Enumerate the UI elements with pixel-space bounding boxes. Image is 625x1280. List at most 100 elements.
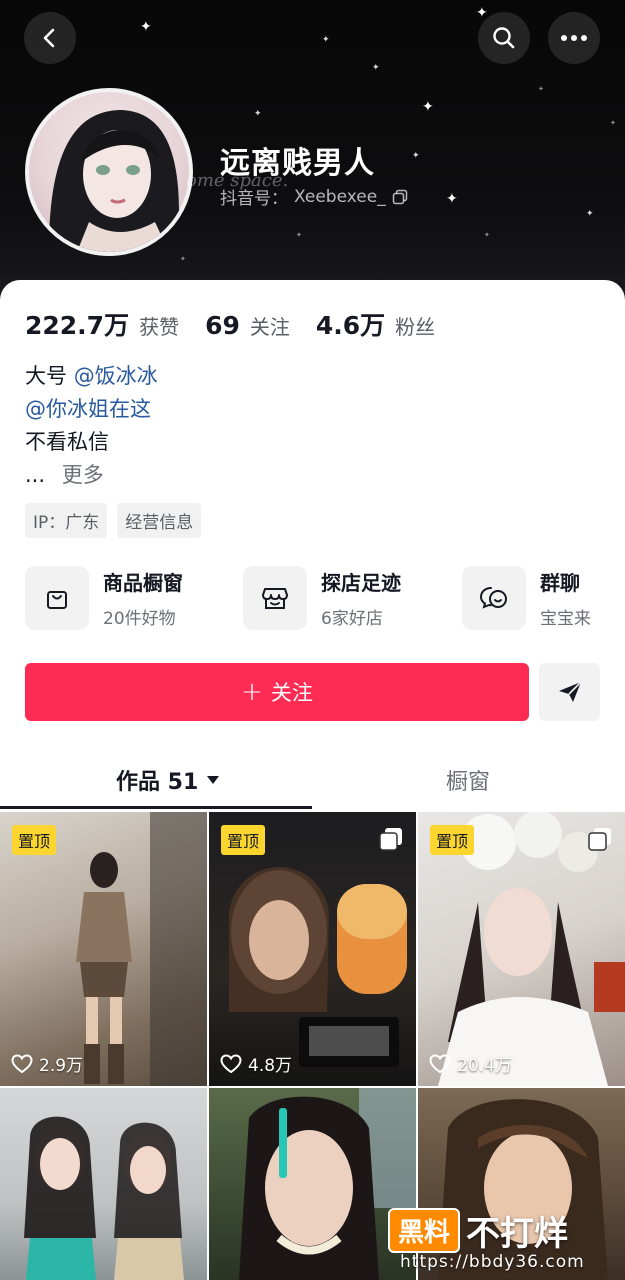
bio-more-link[interactable]: 更多 <box>62 463 104 487</box>
plus-icon: + <box>241 677 263 707</box>
business-info-tag[interactable]: 经营信息 <box>117 503 202 538</box>
tab-label: 作品 51 <box>116 770 199 795</box>
star-decoration: ✦ <box>610 119 616 127</box>
service-store-visits[interactable]: 探店足迹 6家好店 <box>243 566 401 630</box>
stat-number: 69 <box>205 311 240 340</box>
star-decoration: ✦ <box>254 109 262 119</box>
caret-down-icon[interactable] <box>206 775 220 785</box>
search-icon <box>493 27 515 49</box>
stat-number: 222.7万 <box>25 311 130 340</box>
star-decoration: ✦ <box>538 85 544 93</box>
star-decoration: ✦ <box>140 19 152 35</box>
like-count-text: 4.8万 <box>248 1056 293 1076</box>
chevron-left-icon <box>43 28 55 48</box>
stat-label: 粉丝 <box>395 315 436 339</box>
watermark-url: https://bbdy36.com <box>400 1252 585 1272</box>
star-decoration: ✦ <box>180 255 186 263</box>
tag-row: IP：广东 经营信息 <box>25 503 202 538</box>
bio-text: 大号 <box>25 364 67 388</box>
video-thumbnail[interactable]: 置顶 2.9万 <box>0 812 207 1086</box>
tab-works[interactable]: 作品 51 <box>116 764 220 796</box>
video-thumbnail[interactable]: 置顶 20.4万 <box>418 812 625 1086</box>
video-thumbnail[interactable]: 置顶 4.8万 <box>209 812 416 1086</box>
profile-header: ✦ ✦ ✦ ✦ ✦ ✦ ✦ ✦ ✦ ✦ ✦ ✦ ✦ ✦ ome space. 远… <box>0 0 625 300</box>
thumbnail-image <box>24 1116 184 1280</box>
stat-followers[interactable]: 4.6万 粉丝 <box>316 306 435 342</box>
service-subtitle: 宝宝来 <box>540 609 591 629</box>
like-count-text: 20.4万 <box>457 1056 512 1076</box>
more-dots-icon <box>561 35 587 41</box>
chat-bubble-icon <box>479 587 507 609</box>
nickname: 远离贱男人 <box>220 146 375 181</box>
service-subtitle: 20件好物 <box>103 609 176 629</box>
services-row: 商品橱窗 20件好物 探店足迹 6家好店 群聊 宝宝来 <box>25 566 625 632</box>
ip-location-tag: IP：广东 <box>25 503 108 538</box>
watermark-text: 不打烊 <box>466 1214 569 1254</box>
service-icon-box <box>25 566 89 630</box>
douyin-id-label: 抖音号： <box>220 189 288 209</box>
star-decoration: ✦ <box>322 35 330 45</box>
star-decoration: ✦ <box>446 191 458 207</box>
video-thumbnail[interactable] <box>0 1088 207 1280</box>
paper-plane-icon <box>558 681 582 702</box>
service-group-chat[interactable]: 群聊 宝宝来 <box>462 566 591 630</box>
watermark-badge: 黑料 <box>388 1208 461 1253</box>
avatar[interactable] <box>25 88 193 256</box>
star-decoration: ✦ <box>412 151 420 161</box>
star-decoration: ✦ <box>296 231 302 239</box>
back-button[interactable] <box>24 12 76 64</box>
bio-line: 不看私信 <box>25 430 109 454</box>
pinned-badge: 置顶 <box>221 825 266 855</box>
multi-image-icon <box>379 828 402 851</box>
follow-button[interactable]: + 关注 <box>25 663 529 721</box>
service-showcase[interactable]: 商品橱窗 20件好物 <box>25 566 183 630</box>
star-decoration: ✦ <box>422 99 434 115</box>
send-message-button[interactable] <box>539 663 600 721</box>
like-count: 2.9万 <box>11 1051 83 1076</box>
like-count-text: 2.9万 <box>39 1056 84 1076</box>
search-button[interactable] <box>478 12 530 64</box>
star-decoration: ✦ <box>586 209 594 219</box>
stat-likes[interactable]: 222.7万 获赞 <box>25 306 179 342</box>
bio-mention-link[interactable]: @你冰姐在这 <box>25 397 151 421</box>
heart-outline-icon <box>11 1053 33 1073</box>
bio-line: @你冰姐在这 <box>25 393 158 426</box>
douyin-id-row[interactable]: 抖音号： Xeebexee_ <box>220 184 408 209</box>
service-icon-box <box>462 566 526 630</box>
bio: 大号 @饭冰冰 @你冰姐在这 不看私信 ... 更多 <box>25 360 158 492</box>
service-title: 探店足迹 <box>321 571 401 595</box>
pinned-badge: 置顶 <box>430 825 475 855</box>
tab-indicator <box>0 806 312 809</box>
store-icon <box>262 588 288 609</box>
like-count: 4.8万 <box>220 1051 292 1076</box>
video-grid: 置顶 2.9万 置顶 4.8万 置顶 20.4万 黑料 不打烊 https://… <box>0 812 625 1280</box>
content-tabs: 作品 51 橱窗 <box>0 750 625 812</box>
pinned-badge: 置顶 <box>12 825 57 855</box>
bio-line: ... 更多 <box>25 459 158 492</box>
more-options-button[interactable] <box>548 12 600 64</box>
thumbnail-image <box>239 1088 416 1280</box>
star-decoration: ✦ <box>372 63 380 73</box>
tab-showcase[interactable]: 橱窗 <box>446 764 490 796</box>
service-icon-box <box>243 566 307 630</box>
stat-label: 关注 <box>249 315 290 339</box>
stat-number: 4.6万 <box>315 311 386 340</box>
stats-row: 222.7万 获赞 69 关注 4.6万 粉丝 <box>25 306 461 342</box>
bio-mention-link[interactable]: @饭冰冰 <box>74 364 158 388</box>
stat-following[interactable]: 69 关注 <box>205 311 290 340</box>
star-decoration: ✦ <box>484 231 490 239</box>
douyin-id-value: Xeebexee_ <box>294 186 386 207</box>
stat-label: 获赞 <box>139 315 180 339</box>
copy-icon[interactable] <box>392 189 408 205</box>
service-title: 群聊 <box>540 571 580 595</box>
avatar-illustration <box>49 110 189 252</box>
site-watermark: 黑料 不打烊 <box>388 1206 568 1255</box>
video-thumbnail[interactable] <box>209 1088 416 1280</box>
heart-outline-icon <box>220 1053 242 1073</box>
shopping-bag-icon <box>47 591 67 609</box>
heart-outline-icon <box>429 1053 451 1073</box>
follow-label: 关注 <box>270 681 313 705</box>
bio-ellipsis: ... <box>25 463 46 487</box>
service-subtitle: 6家好店 <box>321 609 383 629</box>
multi-image-icon <box>588 828 611 851</box>
